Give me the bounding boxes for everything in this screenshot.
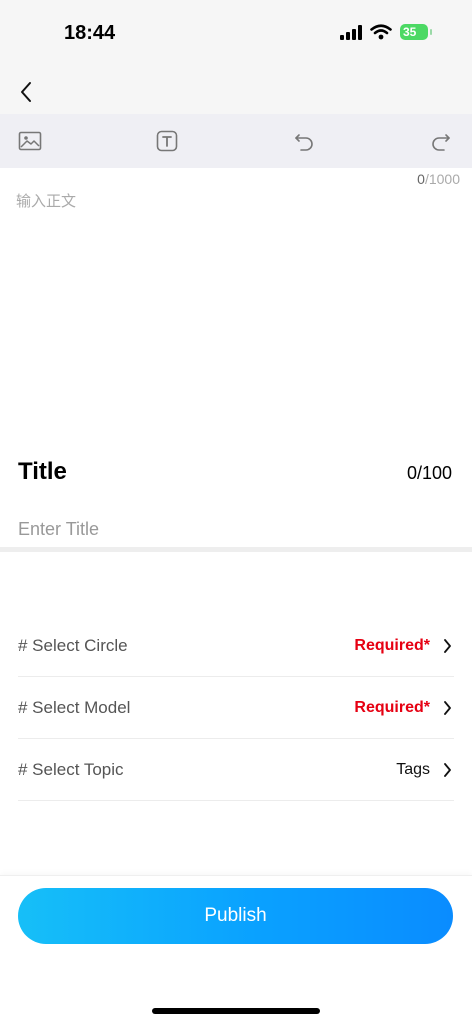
select-model-label: # Select Model	[18, 697, 131, 717]
select-circle-value: Required*	[354, 636, 430, 654]
publish-button[interactable]: Publish	[18, 888, 453, 944]
redo-button[interactable]	[427, 127, 455, 155]
select-topic-row[interactable]: # Select Topic Tags	[18, 739, 454, 801]
select-topic-label: # Select Topic	[18, 759, 124, 779]
chevron-left-icon	[21, 82, 31, 102]
select-topic-value: Tags	[396, 760, 430, 778]
nav-bar	[0, 70, 472, 114]
chevron-right-icon	[440, 700, 454, 715]
status-bar: 18:44 35	[0, 0, 472, 70]
select-circle-label: # Select Circle	[18, 635, 128, 655]
select-model-row[interactable]: # Select Model Required*	[18, 677, 454, 739]
body-char-count: 0/1000	[417, 171, 460, 187]
status-icons: 35	[340, 24, 432, 40]
cellular-signal-icon	[340, 24, 362, 40]
home-indicator	[152, 1008, 320, 1014]
battery-icon: 35	[400, 24, 432, 40]
body-char-count-current: 0	[417, 171, 425, 187]
body-text-input[interactable]	[16, 190, 456, 420]
image-icon	[18, 131, 42, 151]
body-char-count-max: /1000	[424, 171, 460, 187]
wifi-icon	[370, 24, 392, 40]
editor-toolbar	[0, 114, 472, 168]
title-label: Title	[18, 458, 67, 485]
chevron-right-icon	[440, 638, 454, 653]
select-circle-row[interactable]: # Select Circle Required*	[18, 615, 454, 677]
back-button[interactable]	[10, 76, 42, 108]
select-model-value: Required*	[354, 698, 430, 716]
title-char-count: 0/100	[406, 463, 452, 483]
section-divider	[0, 547, 472, 552]
insert-image-button[interactable]	[16, 127, 44, 155]
text-format-button[interactable]	[153, 127, 181, 155]
chevron-right-icon	[440, 762, 454, 777]
undo-button[interactable]	[290, 127, 318, 155]
undo-icon	[295, 134, 313, 151]
redo-icon	[432, 134, 450, 151]
title-input[interactable]	[18, 514, 448, 544]
text-format-icon	[156, 130, 178, 152]
status-time: 18:44	[64, 22, 116, 44]
battery-level: 35	[403, 25, 417, 39]
